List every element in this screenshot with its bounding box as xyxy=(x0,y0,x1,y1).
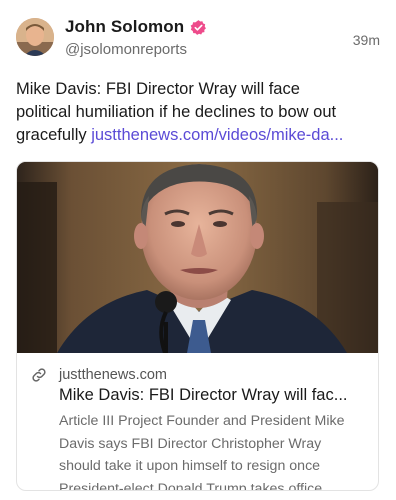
link-preview-image[interactable] xyxy=(17,162,378,353)
description-line: should take it upon himself to resign on… xyxy=(59,458,321,474)
link-preview-title[interactable]: Mike Davis: FBI Director Wray will fac..… xyxy=(59,386,371,405)
description-line: Article III Project Founder and Presiden… xyxy=(59,413,345,429)
post-text-line: political humiliation if he declines to … xyxy=(16,103,337,121)
avatar[interactable] xyxy=(16,18,54,56)
post-text-fragment: gracefully xyxy=(16,126,92,144)
post-timestamp[interactable]: 39m xyxy=(353,32,380,48)
author-name-row: John Solomon xyxy=(65,17,207,37)
author-handle[interactable]: @jsolomonreports xyxy=(65,41,187,58)
link-preview-meta[interactable]: justthenews.com Mike Davis: FBI Director… xyxy=(17,353,378,491)
link-icon xyxy=(30,366,48,384)
link-preview-description: Article III Project Founder and Presiden… xyxy=(59,410,375,491)
post-header: John Solomon @jsolomonreports 39m xyxy=(0,0,396,70)
description-line: Davis says FBI Director Christopher Wray xyxy=(59,435,322,452)
post-text-line: Mike Davis: FBI Director Wray will face xyxy=(16,80,300,98)
post-link[interactable]: justthenews.com/videos/mike-da... xyxy=(91,126,343,144)
link-preview-domain-row: justthenews.com xyxy=(30,366,167,384)
post-text-line: gracefully justthenews.com/videos/mike-d… xyxy=(16,124,386,147)
post-text: Mike Davis: FBI Director Wray will face … xyxy=(16,78,386,147)
verified-badge-icon xyxy=(190,19,207,36)
author-name[interactable]: John Solomon xyxy=(65,17,184,37)
description-line: President-elect Donald Trump takes offic… xyxy=(59,480,342,491)
link-preview-domain: justthenews.com xyxy=(59,367,167,383)
link-preview-card[interactable]: justthenews.com Mike Davis: FBI Director… xyxy=(16,161,379,491)
